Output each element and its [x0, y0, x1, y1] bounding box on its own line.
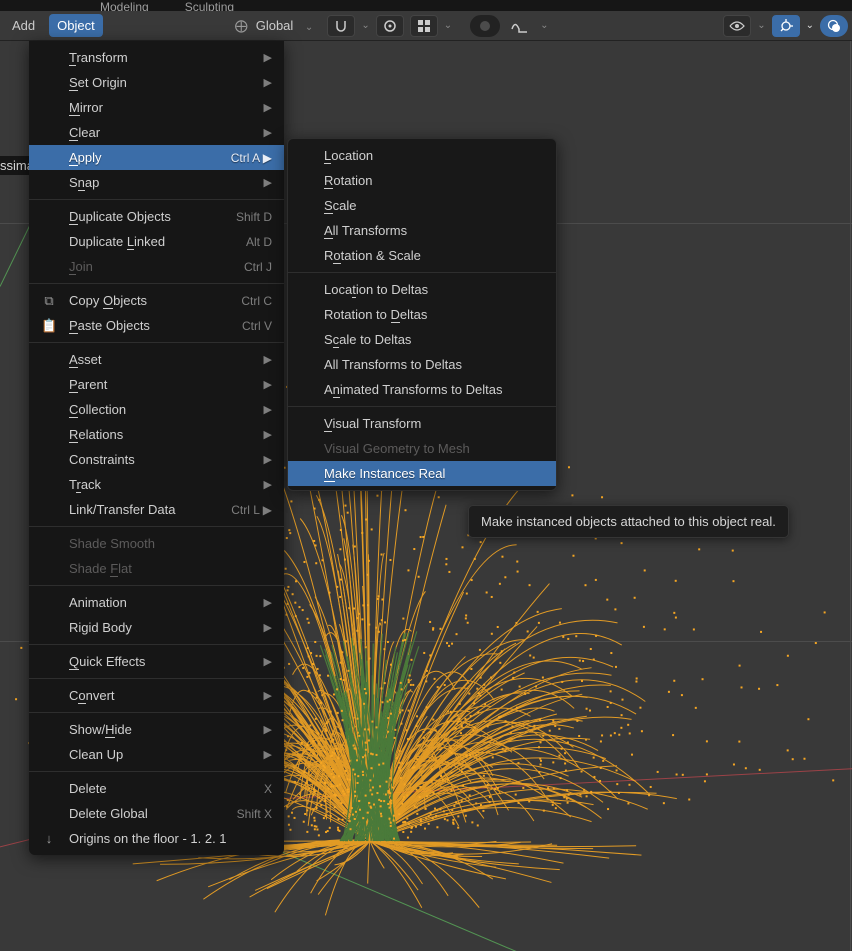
paste-icon: 📋: [41, 318, 57, 334]
gizmo-icon[interactable]: [772, 15, 800, 37]
object-dropdown: Transform▶ Set Origin▶ Mirror▶ Clear▶ Ap…: [29, 41, 284, 855]
sm-location[interactable]: Location: [288, 143, 556, 168]
download-icon: ↓: [41, 831, 57, 846]
snap-icon[interactable]: [327, 15, 355, 37]
mi-link-transfer[interactable]: Link/Transfer DataCtrl L ▶: [29, 497, 284, 522]
copy-icon: ⧉: [41, 293, 57, 309]
visibility-icon[interactable]: [723, 15, 751, 37]
sphere-icon[interactable]: [470, 15, 500, 37]
join-sc: Ctrl J: [244, 260, 272, 274]
apply-submenu: Location Rotation Scale All Transforms R…: [287, 138, 557, 491]
mi-track[interactable]: Track▶: [29, 472, 284, 497]
tab-modeling[interactable]: Modeling: [100, 0, 149, 11]
mi-clean-up[interactable]: Clean Up▶: [29, 742, 284, 767]
mi-delete-global[interactable]: Delete GlobalShift X: [29, 801, 284, 826]
sm-animated-deltas[interactable]: Animated Transforms to Deltas: [288, 377, 556, 402]
mi-transform[interactable]: Transform▶: [29, 45, 284, 70]
apply-shortcut: Ctrl A: [231, 151, 260, 165]
tab-sculpting[interactable]: Sculpting: [185, 0, 234, 11]
delete-global-sc: Shift X: [237, 807, 272, 821]
mi-mirror[interactable]: Mirror▶: [29, 95, 284, 120]
mi-constraints[interactable]: Constraints▶: [29, 447, 284, 472]
object-menu[interactable]: Object: [49, 14, 103, 37]
sm-scale[interactable]: Scale: [288, 193, 556, 218]
sm-rotation[interactable]: Rotation: [288, 168, 556, 193]
paste-sc: Ctrl V: [242, 319, 272, 333]
wave-icon[interactable]: [506, 15, 534, 37]
mi-shade-smooth[interactable]: Shade Smooth: [29, 531, 284, 556]
sm-all-transforms[interactable]: All Transforms: [288, 218, 556, 243]
mi-shade-flat[interactable]: Shade Flat: [29, 556, 284, 581]
header-toolbar: Add Object ⨁ Global ⌄ ⌄ ⌄ ⌄ ⌄ ⌄: [0, 11, 852, 41]
mi-parent[interactable]: Parent▶: [29, 372, 284, 397]
mi-origins-floor[interactable]: ↓Origins on the floor - 1. 2. 1: [29, 826, 284, 851]
sm-rotation-scale[interactable]: Rotation & Scale: [288, 243, 556, 268]
sm-visual-transform[interactable]: Visual Transform: [288, 411, 556, 436]
mi-copy-objects[interactable]: ⧉Copy ObjectsCtrl C: [29, 288, 284, 313]
mi-delete[interactable]: DeleteX: [29, 776, 284, 801]
mi-apply[interactable]: ApplyCtrl A ▶: [29, 145, 284, 170]
add-menu[interactable]: Add: [4, 14, 43, 37]
delete-sc: X: [264, 782, 272, 796]
mi-asset[interactable]: Asset▶: [29, 347, 284, 372]
mi-paste-objects[interactable]: 📋Paste ObjectsCtrl V: [29, 313, 284, 338]
tooltip: Make instanced objects attached to this …: [468, 505, 789, 538]
mi-animation[interactable]: Animation▶: [29, 590, 284, 615]
mi-show-hide[interactable]: Show/Hide▶: [29, 717, 284, 742]
mi-collection[interactable]: Collection▶: [29, 397, 284, 422]
dup-obj-sc: Shift D: [236, 210, 272, 224]
sm-rotation-deltas[interactable]: Rotation to Deltas: [288, 302, 556, 327]
grid-icon[interactable]: [410, 15, 438, 37]
sm-scale-deltas[interactable]: Scale to Deltas: [288, 327, 556, 352]
mi-snap[interactable]: Snap▶: [29, 170, 284, 195]
mi-duplicate-linked[interactable]: Duplicate LinkedAlt D: [29, 229, 284, 254]
copy-sc: Ctrl C: [241, 294, 272, 308]
orientation-label: Global: [256, 18, 294, 33]
sm-visual-geometry[interactable]: Visual Geometry to Mesh: [288, 436, 556, 461]
mi-join[interactable]: JoinCtrl J: [29, 254, 284, 279]
mi-quick-effects[interactable]: Quick Effects▶: [29, 649, 284, 674]
sm-location-deltas[interactable]: Location to Deltas: [288, 277, 556, 302]
orientation-dropdown[interactable]: Global ⌄: [254, 14, 322, 37]
top-tabs: Modeling Sculpting: [0, 0, 852, 11]
mi-convert[interactable]: Convert▶: [29, 683, 284, 708]
mi-clear[interactable]: Clear▶: [29, 120, 284, 145]
proportional-icon[interactable]: [376, 15, 404, 37]
mi-relations[interactable]: Relations▶: [29, 422, 284, 447]
sm-all-deltas[interactable]: All Transforms to Deltas: [288, 352, 556, 377]
mi-rigid-body[interactable]: Rigid Body▶: [29, 615, 284, 640]
sm-make-instances-real[interactable]: Make Instances Real: [288, 461, 556, 486]
mi-duplicate-objects[interactable]: Duplicate ObjectsShift D: [29, 204, 284, 229]
mi-set-origin[interactable]: Set Origin▶: [29, 70, 284, 95]
dup-link-sc: Alt D: [246, 235, 272, 249]
overlay-icon[interactable]: [820, 15, 848, 37]
orientation-icon: ⨁: [235, 18, 248, 34]
